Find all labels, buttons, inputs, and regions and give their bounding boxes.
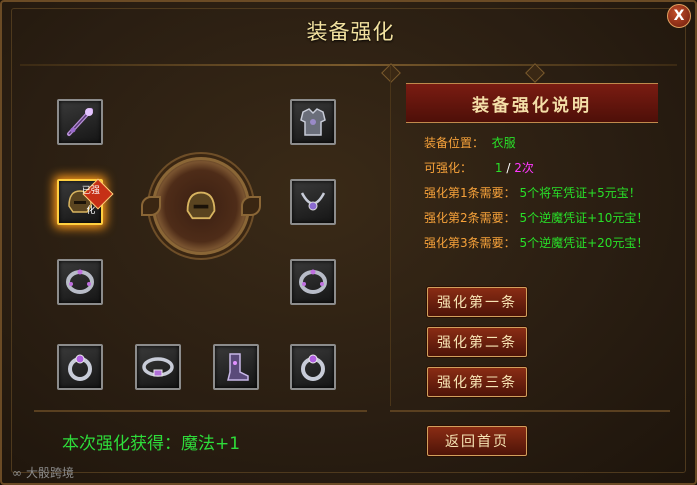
ring-ornament (141, 196, 161, 216)
divider-ornament (381, 63, 401, 83)
slot-belt[interactable] (135, 344, 181, 390)
window-title: 装备强化 (306, 20, 395, 44)
enhance-max: 2次 (514, 161, 534, 175)
enhanced-badge: 已强化 (82, 178, 114, 216)
armor-icon (300, 108, 326, 136)
enhance-current: 1 (494, 161, 503, 175)
position-label: 装备位置： (424, 136, 485, 150)
position-value: 衣服 (491, 136, 516, 150)
necklace-icon (300, 192, 326, 211)
slot-necklace[interactable] (290, 179, 336, 225)
slot-bracelet-left[interactable] (57, 259, 103, 305)
slot-boots[interactable] (213, 344, 259, 390)
enhance-second-button[interactable]: 强化第二条 (427, 327, 527, 357)
slot-ring-right[interactable] (290, 344, 336, 390)
slot-chest[interactable] (290, 99, 336, 145)
vertical-divider (390, 66, 391, 406)
slot-ring-left[interactable] (57, 344, 103, 390)
enhance-separator: / (506, 161, 511, 175)
boots-icon (227, 353, 249, 381)
slot-bracelet-right[interactable] (290, 259, 336, 305)
back-home-button[interactable]: 返回首页 (427, 426, 527, 456)
bottom-divider-left (34, 410, 367, 412)
slot-helmet[interactable]: 已强化 (57, 178, 114, 225)
equip-position-row: 装备位置： 衣服 (424, 135, 516, 151)
ring-icon (68, 354, 92, 381)
belt-icon (142, 357, 174, 377)
enhance-target-slot[interactable] (141, 157, 261, 255)
req1-label: 强化第1条需要： (424, 186, 516, 200)
requirement-row-1: 强化第1条需要： 5个将军凭证+5元宝！ (424, 185, 641, 201)
close-button[interactable]: X (667, 4, 691, 28)
watermark: ∞ 大骰跨境 (12, 466, 75, 480)
ring-icon (301, 354, 325, 381)
bracelet-icon (299, 269, 327, 294)
slot-weapon[interactable] (57, 99, 103, 145)
bottom-divider-right (390, 410, 670, 412)
enhance-label: 可强化： (424, 161, 473, 175)
info-header: 装备强化说明 (406, 83, 658, 123)
title-divider (20, 64, 677, 66)
requirement-row-2: 强化第2条需要： 5个逆魔凭证+10元宝！ (424, 210, 648, 226)
req2-value: 5个逆魔凭证+10元宝！ (519, 211, 649, 225)
enhance-count-row: 可强化： 1 / 2次 (424, 160, 534, 176)
req1-value: 5个将军凭证+5元宝！ (519, 186, 641, 200)
ring-ornament (241, 196, 261, 216)
enhance-third-button[interactable]: 强化第三条 (427, 367, 527, 397)
req2-label: 强化第2条需要： (424, 211, 516, 225)
watermark-logo-icon: ∞ (12, 466, 22, 480)
enhance-result-text: 本次强化获得：魔法+1 (62, 434, 241, 454)
enhance-window: 装备强化 X 已强化 装备强化说明 装备位置： 衣服 可强化： 1 / 2次 强… (0, 0, 697, 485)
requirement-row-3: 强化第3条需要： 5个逆魔凭证+20元宝！ (424, 235, 648, 251)
enhance-first-button[interactable]: 强化第一条 (427, 287, 527, 317)
staff-icon (67, 108, 93, 136)
divider-ornament (525, 63, 545, 83)
req3-label: 强化第3条需要： (424, 236, 516, 250)
req3-value: 5个逆魔凭证+20元宝！ (519, 236, 649, 250)
bracelet-icon (66, 269, 94, 294)
helmet-icon (186, 191, 216, 220)
